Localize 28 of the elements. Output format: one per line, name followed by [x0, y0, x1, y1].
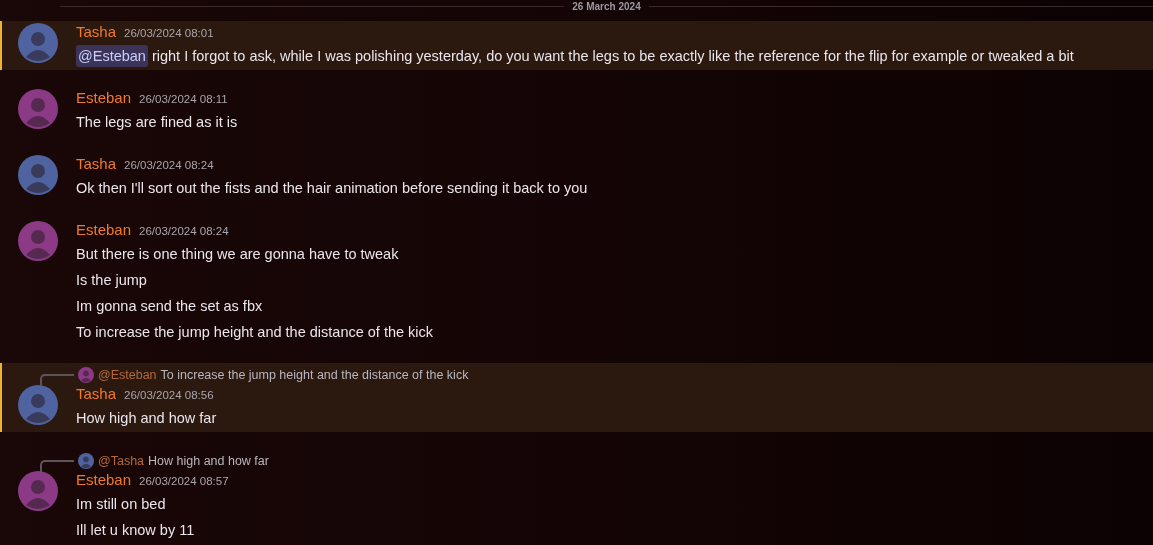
message-text: But there is one thing we are gonna have to tweak [76, 245, 400, 264]
author-name[interactable]: Esteban [76, 89, 132, 106]
message-text: Im still on bed [76, 495, 167, 514]
reply-author[interactable]: @Tasha [98, 454, 145, 468]
timestamp: 26/03/2024 08:24 [124, 159, 214, 171]
author-name[interactable]: Tasha [76, 155, 117, 172]
timestamp: 26/03/2024 08:56 [124, 389, 214, 401]
reply-text[interactable]: How high and how far [148, 454, 269, 468]
message-text: Ill let u know by 11 [76, 521, 196, 540]
timestamp: 26/03/2024 08:24 [139, 225, 229, 237]
message-text: Im gonna send the set as fbx [76, 297, 264, 316]
message-text: The legs are fined as it is [76, 113, 238, 132]
date-divider: 26 March 2024 [571, 0, 642, 12]
author-name[interactable]: Tasha [76, 23, 117, 40]
message-text: How high and how far [76, 409, 217, 428]
author-name[interactable]: Esteban [76, 471, 132, 488]
timestamp: 26/03/2024 08:57 [139, 475, 229, 487]
message-text: To increase the jump height and the distance of the kick [76, 323, 434, 342]
reply-text[interactable]: To increase the jump height and the distance of the kick [160, 368, 469, 382]
message-text: Ok then I'll sort out the fists and the hair animation before sending it back to you [76, 179, 588, 198]
message-text: right I forgot to ask, while I was polishing yesterday, do you want the legs to be exactly like the reference for the flip for example or tweaked a bit [151, 47, 1074, 66]
timestamp: 26/03/2024 08:11 [139, 93, 228, 105]
message-text: Is the jump [76, 271, 148, 290]
author-name[interactable]: Esteban [76, 221, 132, 238]
mention[interactable]: @Esteban [76, 45, 148, 67]
author-name[interactable]: Tasha [76, 385, 117, 402]
reply-author[interactable]: @Esteban [98, 368, 157, 382]
timestamp: 26/03/2024 08:01 [124, 27, 214, 39]
